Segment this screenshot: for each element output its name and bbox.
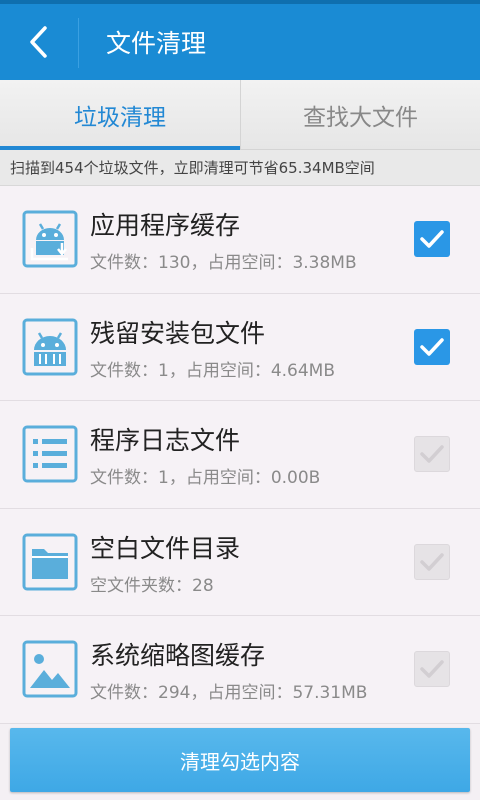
check-icon xyxy=(420,445,444,463)
item-checkbox[interactable] xyxy=(414,436,450,472)
list-item[interactable]: 空白文件目录 空文件夹数：28 xyxy=(0,508,480,616)
check-icon xyxy=(420,337,444,356)
page-title: 文件清理 xyxy=(106,29,207,58)
item-title: 空白文件目录 xyxy=(90,533,241,563)
android-cache-icon xyxy=(22,210,78,268)
item-title: 程序日志文件 xyxy=(90,426,241,455)
folder-icon xyxy=(22,533,78,591)
list-item[interactable]: 应用程序缓存 文件数：130，占用空间：3.38MB xyxy=(0,186,480,294)
item-title: 系统缩略图缓存 xyxy=(90,641,266,670)
item-subtitle: 空文件夹数：28 xyxy=(90,575,214,596)
item-subtitle: 文件数：1，占用空间：4.64MB xyxy=(90,360,335,381)
item-subtitle: 文件数：130，占用空间：3.38MB xyxy=(90,253,357,273)
item-title: 应用程序缓存 xyxy=(90,211,241,240)
item-checkbox[interactable] xyxy=(414,651,450,687)
list-item[interactable]: 系统缩略图缓存 文件数：294，占用空间：57.31MB xyxy=(0,616,480,724)
list-item[interactable]: 残留安装包文件 文件数：1，占用空间：4.64MB xyxy=(0,293,480,401)
top-bar: 文件清理 xyxy=(0,0,480,80)
tab-bar: 垃圾清理 查找大文件 xyxy=(0,80,480,150)
list-item[interactable]: 程序日志文件 文件数：1，占用空间：0.00B xyxy=(0,401,480,509)
item-subtitle: 文件数：1，占用空间：0.00B xyxy=(90,468,321,488)
check-icon xyxy=(420,230,444,248)
junk-list: 应用程序缓存 文件数：130，占用空间：3.38MB 残留安装包文件 文件数：1… xyxy=(0,186,480,724)
chevron-left-icon xyxy=(30,26,47,58)
check-icon xyxy=(420,660,444,678)
item-checkbox[interactable] xyxy=(414,543,450,580)
item-title: 残留安装包文件 xyxy=(90,318,266,348)
image-thumbnail-icon xyxy=(22,640,78,698)
item-checkbox[interactable] xyxy=(414,221,450,257)
item-checkbox[interactable] xyxy=(414,328,450,365)
tab-find-large-files[interactable]: 查找大文件 xyxy=(240,80,480,150)
tab-junk-clean[interactable]: 垃圾清理 xyxy=(0,80,240,150)
android-package-icon xyxy=(22,318,78,376)
check-icon xyxy=(420,552,444,571)
back-button[interactable] xyxy=(0,4,78,80)
item-subtitle: 文件数：294，占用空间：57.31MB xyxy=(90,683,368,703)
scan-summary: 扫描到454个垃圾文件，立即清理可节省65.34MB空间 xyxy=(0,150,480,186)
log-list-icon xyxy=(22,425,78,483)
clean-selected-button[interactable]: 清理勾选内容 xyxy=(10,728,470,792)
divider xyxy=(78,18,79,68)
